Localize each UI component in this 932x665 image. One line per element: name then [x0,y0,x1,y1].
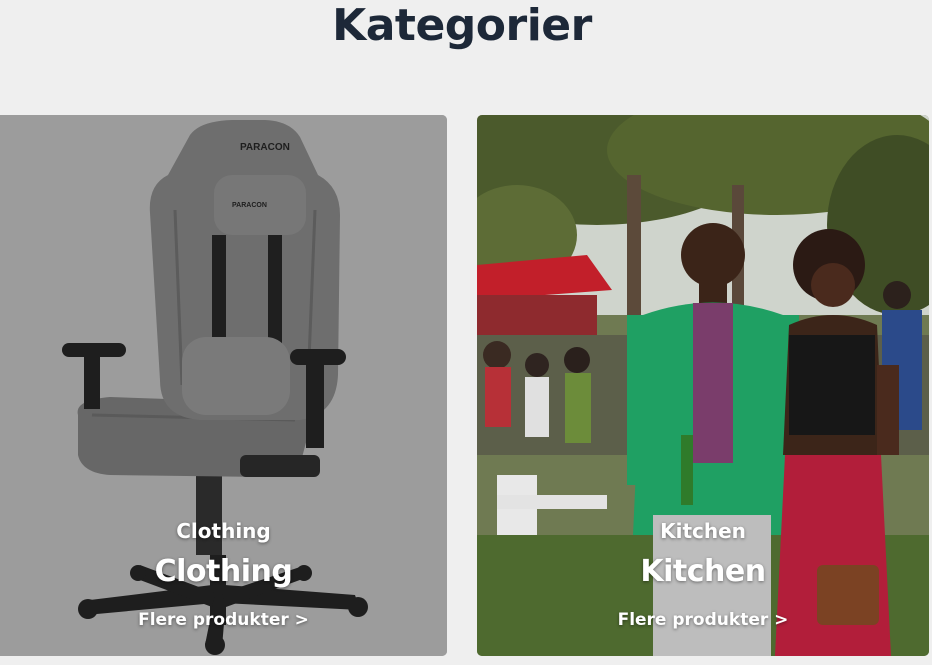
category-card-clothing[interactable]: PARACON PARACON Clothing Clothing Flere … [0,115,447,656]
category-card-kitchen[interactable]: Kitchen Kitchen Flere produkter > [477,115,929,656]
more-products-link[interactable]: Flere produkter > [477,609,929,631]
category-page: Kategorier PARACON PARACON Clothing Clot… [0,0,932,665]
category-label: Kitchen [660,519,746,543]
category-title: Clothing [154,554,293,589]
svg-text:PARACON: PARACON [240,142,290,153]
more-products-link[interactable]: Flere produkter > [0,609,447,631]
svg-text:PARACON: PARACON [232,202,267,209]
category-title: Kitchen [640,554,766,589]
page-title: Kategorier [332,0,592,51]
category-label: Clothing [176,519,271,543]
